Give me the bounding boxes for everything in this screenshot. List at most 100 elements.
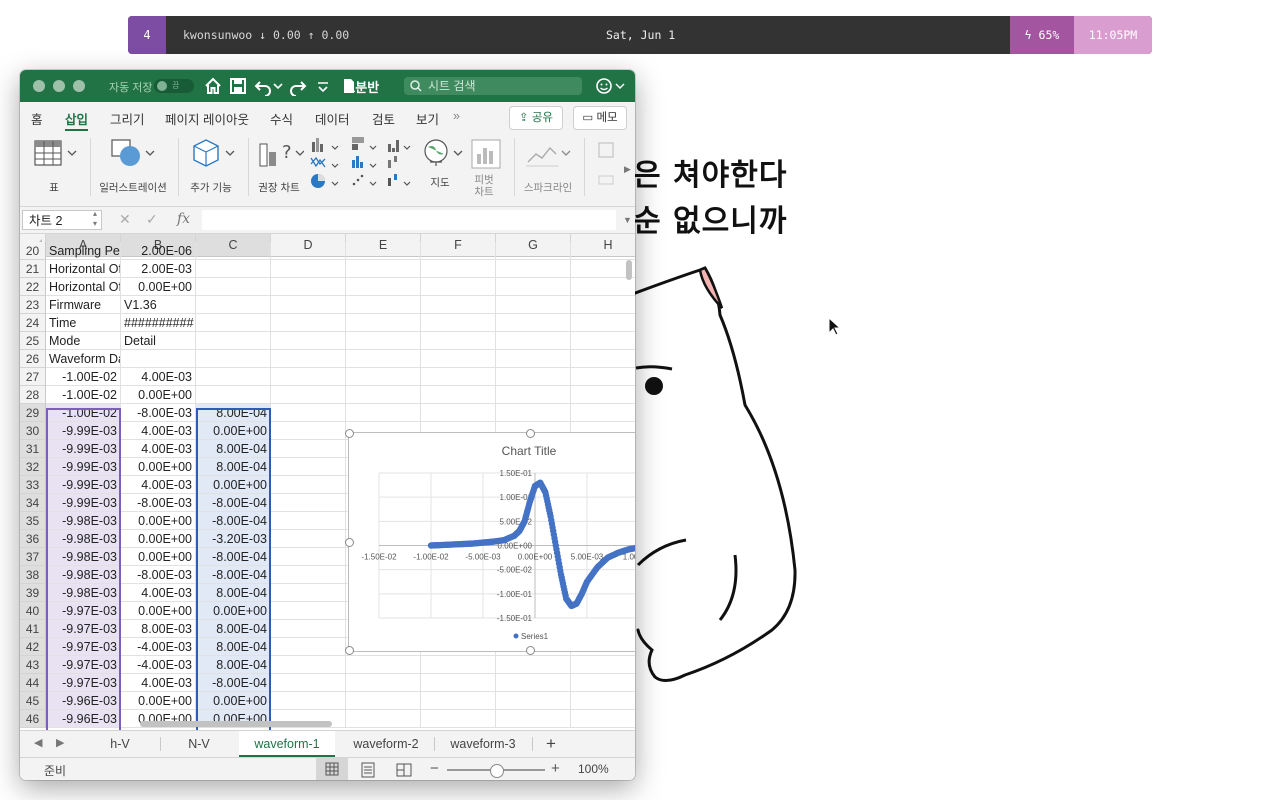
cell-d35[interactable] xyxy=(271,512,346,530)
cell-c40[interactable]: 0.00E+00 xyxy=(196,602,271,620)
cell-a32[interactable]: -9.99E-03 xyxy=(46,458,121,476)
zoom-window-button[interactable] xyxy=(73,80,85,92)
cell-c43[interactable]: 8.00E-04 xyxy=(196,656,271,674)
cell-h24[interactable] xyxy=(571,314,635,332)
undo-icon[interactable] xyxy=(253,76,273,96)
home-icon[interactable] xyxy=(203,76,223,96)
illustration-icon[interactable] xyxy=(108,138,158,170)
row-header[interactable]: 39 xyxy=(20,584,46,602)
cell-b39[interactable]: 4.00E-03 xyxy=(121,584,196,602)
cell-b35[interactable]: 0.00E+00 xyxy=(121,512,196,530)
redo-icon[interactable] xyxy=(288,76,308,96)
row-header[interactable]: 21 xyxy=(20,260,46,278)
cell-c20[interactable] xyxy=(196,242,271,260)
cell-b44[interactable]: 4.00E-03 xyxy=(121,674,196,692)
cell-b29[interactable]: -8.00E-03 xyxy=(121,404,196,422)
row-header[interactable]: 45 xyxy=(20,692,46,710)
cell-g21[interactable] xyxy=(496,260,571,278)
cell-a43[interactable]: -9.97E-03 xyxy=(46,656,121,674)
cell-b27[interactable]: 4.00E-03 xyxy=(121,368,196,386)
cell-a30[interactable]: -9.99E-03 xyxy=(46,422,121,440)
cell-d37[interactable] xyxy=(271,548,346,566)
row-header[interactable]: 26 xyxy=(20,350,46,368)
cell-g23[interactable] xyxy=(496,296,571,314)
recommended-chart-icon[interactable]: ? xyxy=(258,138,304,170)
cell-b40[interactable]: 0.00E+00 xyxy=(121,602,196,620)
zoom-out-button[interactable]: − xyxy=(430,760,439,777)
cell-e43[interactable] xyxy=(346,656,421,674)
cell-d42[interactable] xyxy=(271,638,346,656)
cell-g27[interactable] xyxy=(496,368,571,386)
cell-h27[interactable] xyxy=(571,368,635,386)
smiley-feedback-icon[interactable] xyxy=(594,76,614,96)
sheet-search-input[interactable] xyxy=(428,78,578,94)
cell-d25[interactable] xyxy=(271,332,346,350)
cell-c45[interactable]: 0.00E+00 xyxy=(196,692,271,710)
comments-button[interactable]: ▭ 메모 xyxy=(573,106,627,130)
row-header[interactable]: 33 xyxy=(20,476,46,494)
cell-h20[interactable] xyxy=(571,242,635,260)
cell-c37[interactable]: -8.00E-04 xyxy=(196,548,271,566)
cell-c36[interactable]: -3.20E-03 xyxy=(196,530,271,548)
cell-d24[interactable] xyxy=(271,314,346,332)
cell-d31[interactable] xyxy=(271,440,346,458)
cell-e46[interactable] xyxy=(346,710,421,728)
tab-page-layout[interactable]: 페이지 레이아웃 xyxy=(165,109,249,128)
cell-h46[interactable] xyxy=(571,710,635,728)
cell-d27[interactable] xyxy=(271,368,346,386)
resize-handle-nw[interactable] xyxy=(345,429,354,438)
zoom-in-button[interactable]: + xyxy=(551,760,560,777)
cell-e21[interactable] xyxy=(346,260,421,278)
cell-d39[interactable] xyxy=(271,584,346,602)
autosave-toggle[interactable]: 끔 xyxy=(154,79,194,93)
cell-d40[interactable] xyxy=(271,602,346,620)
cell-e20[interactable] xyxy=(346,242,421,260)
sheet-search[interactable] xyxy=(404,77,582,95)
cell-f20[interactable] xyxy=(421,242,496,260)
cell-b22[interactable]: 0.00E+00 xyxy=(121,278,196,296)
map-icon[interactable] xyxy=(422,138,464,170)
cell-b20[interactable]: 2.00E-06 xyxy=(121,242,196,260)
cell-a46[interactable]: -9.96E-03 xyxy=(46,710,121,728)
cell-e45[interactable] xyxy=(346,692,421,710)
cell-e27[interactable] xyxy=(346,368,421,386)
cell-d36[interactable] xyxy=(271,530,346,548)
cell-g26[interactable] xyxy=(496,350,571,368)
add-sheet-button[interactable]: + xyxy=(536,731,566,757)
cell-h44[interactable] xyxy=(571,674,635,692)
row-header[interactable]: 32 xyxy=(20,458,46,476)
row-header[interactable]: 27 xyxy=(20,368,46,386)
cell-d41[interactable] xyxy=(271,620,346,638)
tab-review[interactable]: 검토 xyxy=(372,109,395,128)
cell-a44[interactable]: -9.97E-03 xyxy=(46,674,121,692)
cell-g25[interactable] xyxy=(496,332,571,350)
cell-a28[interactable]: -1.00E-02 xyxy=(46,386,121,404)
table-icon[interactable] xyxy=(34,138,78,170)
cell-d33[interactable] xyxy=(271,476,346,494)
row-header[interactable]: 42 xyxy=(20,638,46,656)
cell-b41[interactable]: 8.00E-03 xyxy=(121,620,196,638)
cell-a41[interactable]: -9.97E-03 xyxy=(46,620,121,638)
cell-a40[interactable]: -9.97E-03 xyxy=(46,602,121,620)
resize-handle-sw[interactable] xyxy=(345,646,354,655)
ribbon-scroll-icon[interactable]: ▶ xyxy=(624,164,631,175)
cell-a38[interactable]: -9.98E-03 xyxy=(46,566,121,584)
sheet-tab-waveform-3[interactable]: waveform-3 xyxy=(435,731,531,757)
sheet-tab-waveform-1[interactable]: waveform-1 xyxy=(239,731,335,757)
customize-toolbar-icon[interactable] xyxy=(316,76,330,96)
cell-c24[interactable] xyxy=(196,314,271,332)
cell-c34[interactable]: -8.00E-04 xyxy=(196,494,271,512)
cell-a27[interactable]: -1.00E-02 xyxy=(46,368,121,386)
row-header[interactable]: 43 xyxy=(20,656,46,674)
cell-f26[interactable] xyxy=(421,350,496,368)
cell-h22[interactable] xyxy=(571,278,635,296)
cell-h43[interactable] xyxy=(571,656,635,674)
horizontal-scrollbar[interactable] xyxy=(140,721,332,727)
cell-a31[interactable]: -9.99E-03 xyxy=(46,440,121,458)
cell-e29[interactable] xyxy=(346,404,421,422)
row-header[interactable]: 46 xyxy=(20,710,46,728)
zoom-slider[interactable] xyxy=(447,764,545,778)
cell-c32[interactable]: 8.00E-04 xyxy=(196,458,271,476)
minimize-window-button[interactable] xyxy=(53,80,65,92)
cell-a34[interactable]: -9.99E-03 xyxy=(46,494,121,512)
